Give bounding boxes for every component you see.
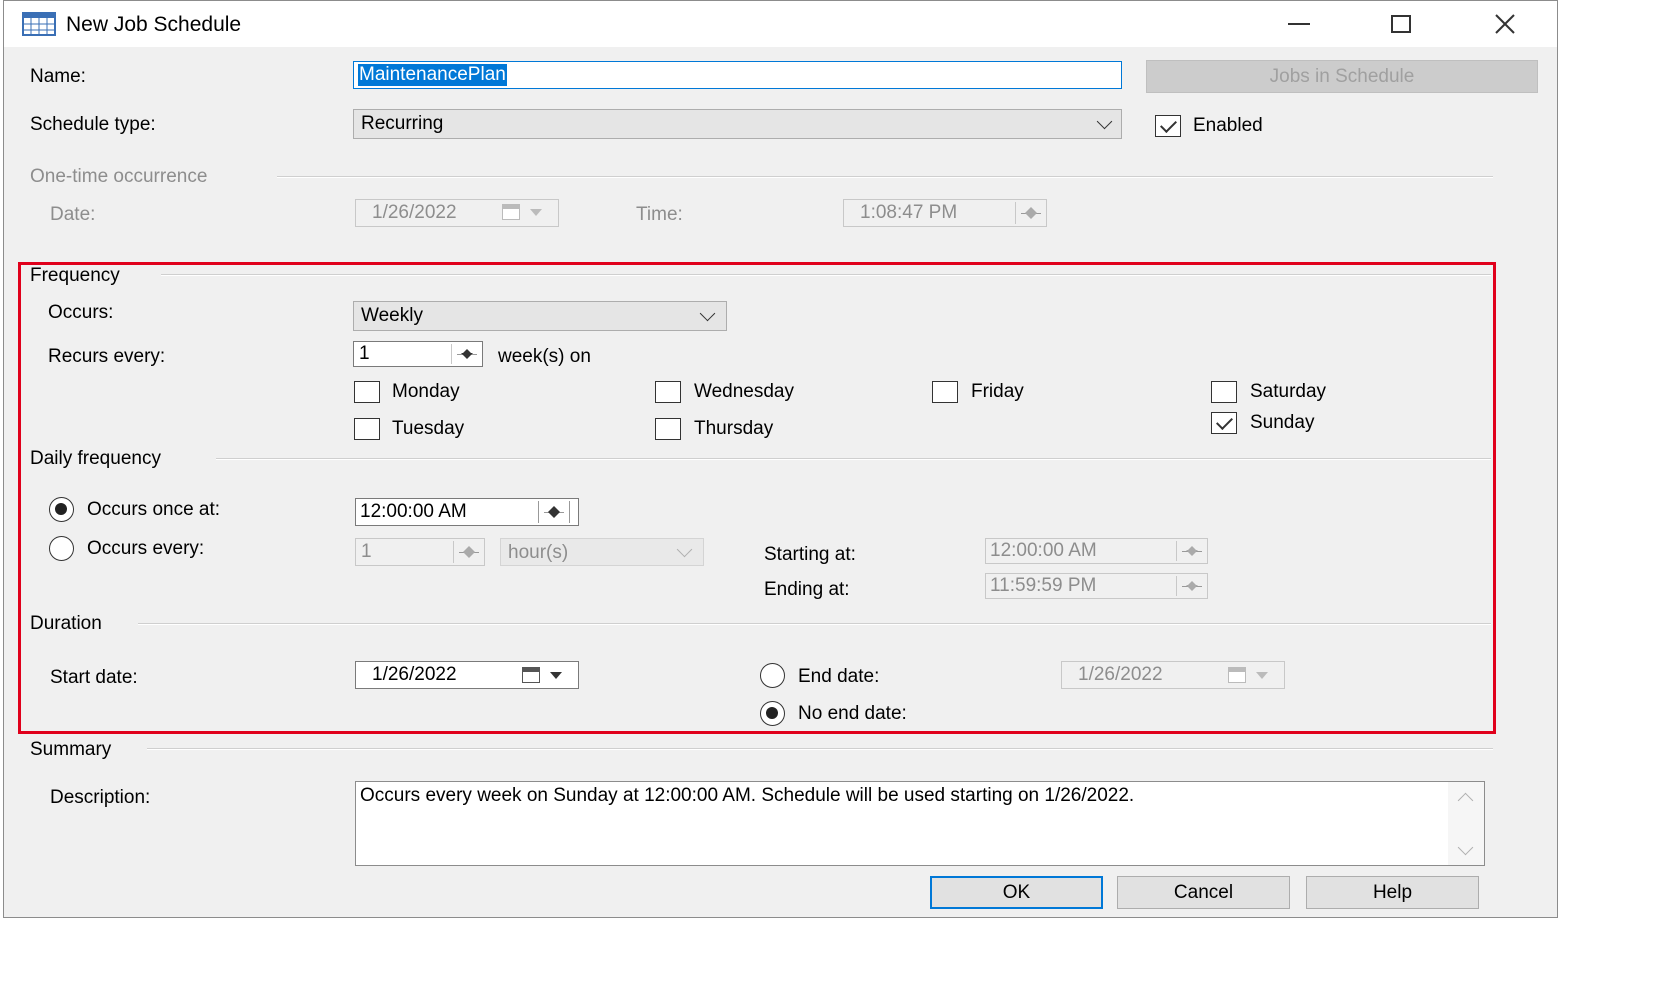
dialog-window: New Job Schedule Name: MaintenancePlan J… [3, 0, 1558, 918]
calendar-grid-icon [22, 12, 56, 36]
enabled-label: Enabled [1193, 115, 1263, 136]
check-icon [1160, 116, 1177, 133]
schedule-type-value: Recurring [361, 113, 444, 134]
enabled-checkbox[interactable] [1155, 115, 1181, 137]
ok-button[interactable]: OK [930, 876, 1103, 909]
calendar-icon [502, 204, 520, 220]
scroll-up-icon[interactable] [1457, 792, 1474, 809]
window-title: New Job Schedule [66, 13, 242, 36]
help-button[interactable]: Help [1306, 876, 1479, 909]
chevron-down-icon [1096, 113, 1113, 130]
time-label: Time: [636, 204, 683, 225]
date-label: Date: [50, 204, 96, 225]
close-icon[interactable] [1494, 13, 1516, 35]
onetime-time-spinner[interactable]: 1:08:47 PM [843, 199, 1047, 227]
schedule-type-label: Schedule type: [30, 114, 156, 135]
title-bar: New Job Schedule [4, 1, 1557, 47]
name-input[interactable]: MaintenancePlan [353, 61, 1122, 89]
name-label: Name: [30, 66, 86, 87]
scroll-down-icon[interactable] [1457, 839, 1474, 856]
jobs-in-schedule-button[interactable]: Jobs in Schedule [1146, 60, 1538, 93]
maximize-icon[interactable] [1391, 15, 1411, 33]
section-divider [147, 748, 1493, 750]
onetime-date-picker[interactable]: 1/26/2022 [355, 199, 559, 227]
spinner-arrows-icon[interactable] [1015, 202, 1046, 224]
schedule-type-select[interactable]: Recurring [353, 109, 1122, 139]
onetime-date-value: 1/26/2022 [372, 202, 457, 223]
description-textarea[interactable]: Occurs every week on Sunday at 12:00:00 … [355, 781, 1485, 866]
dropdown-arrow-icon [530, 209, 542, 216]
one-time-header: One-time occurrence [30, 166, 208, 187]
minimize-icon[interactable] [1288, 23, 1310, 25]
description-label: Description: [50, 787, 151, 808]
summary-header: Summary [30, 739, 112, 760]
name-value: MaintenancePlan [358, 64, 507, 86]
scrollbar[interactable] [1448, 782, 1484, 865]
section-divider [277, 176, 1493, 178]
cancel-button[interactable]: Cancel [1117, 876, 1290, 909]
highlight-box [18, 262, 1496, 734]
description-value: Occurs every week on Sunday at 12:00:00 … [360, 785, 1135, 806]
onetime-time-value: 1:08:47 PM [860, 202, 958, 223]
